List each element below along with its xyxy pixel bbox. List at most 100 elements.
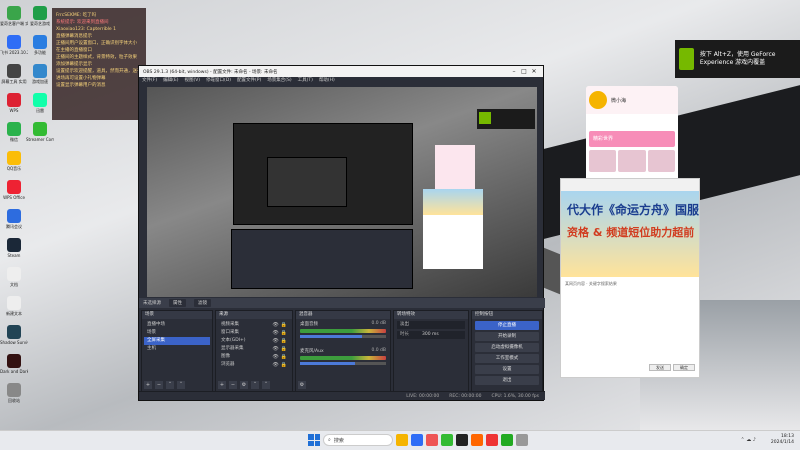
control-button[interactable]: 开始录制 [475, 332, 539, 341]
desktop-icon[interactable]: 爱奇艺游戏 [26, 6, 54, 26]
menu-item[interactable]: 文件(F) [142, 77, 157, 85]
minimize-icon[interactable]: – [509, 68, 519, 75]
scene-item[interactable]: 直播中场 [144, 321, 210, 329]
desktop-icon[interactable]: QQ音乐 [0, 151, 28, 171]
desktop-icon[interactable]: 新建文本 [0, 296, 28, 316]
lock-icon[interactable]: 🔒 [281, 361, 287, 369]
filters-button[interactable]: 滤镜 [194, 299, 211, 307]
obs-titlebar[interactable]: OBS 29.1.3 (64-bit, windows) - 配置文件: 未命名… [139, 66, 543, 77]
desktop-icon[interactable]: WPS Office [0, 180, 28, 200]
taskbar-app-icon[interactable] [501, 434, 513, 446]
taskbar-app-icon[interactable] [426, 434, 438, 446]
menu-item[interactable]: 停靠窗口(D) [206, 77, 231, 85]
obs-window[interactable]: OBS 29.1.3 (64-bit, windows) - 配置文件: 未命名… [138, 65, 545, 401]
desktop-icon[interactable]: WPS [0, 93, 28, 113]
desktop-icon[interactable]: 游戏加速 [26, 64, 54, 84]
transition-duration-field[interactable]: 时长 300 ms [397, 331, 465, 339]
live-chat-window[interactable]: 微小海 精彩世界 [586, 86, 678, 186]
remove-scene-button[interactable]: − [155, 381, 163, 389]
lock-icon[interactable]: 🔒 [281, 353, 287, 361]
geforce-toast[interactable]: 按下 Alt+Z，使用 GeForce Experience 游戏内覆盖 [675, 40, 800, 78]
taskbar-app-icon[interactable] [456, 434, 468, 446]
desktop-icon[interactable]: 屏幕工具 实用 [0, 64, 28, 84]
lock-icon[interactable]: 🔒 [281, 345, 287, 353]
source-up-button[interactable]: ˄ [251, 381, 259, 389]
source-item[interactable]: 窗口采集 👁 🔒 [218, 329, 290, 337]
start-button[interactable] [308, 434, 320, 446]
eye-icon[interactable]: 👁 [272, 329, 278, 337]
add-scene-button[interactable]: + [144, 381, 152, 389]
volume-slider[interactable] [300, 362, 386, 365]
desktop-icon[interactable]: 迅雷 [26, 93, 54, 113]
eye-icon[interactable]: 👁 [272, 361, 278, 369]
eye-icon[interactable]: 👁 [272, 353, 278, 361]
menu-item[interactable]: 帮助(H) [319, 77, 335, 85]
source-item[interactable]: 视频采集 👁 🔒 [218, 321, 290, 329]
control-button[interactable]: 退出 [475, 376, 539, 385]
mixer-settings-button[interactable]: ⚙ [298, 381, 306, 389]
preview-canvas[interactable] [147, 87, 537, 297]
lock-icon[interactable]: 🔒 [281, 321, 287, 329]
menu-item[interactable]: 编辑(E) [163, 77, 178, 85]
lock-icon[interactable]: 🔒 [281, 329, 287, 337]
desktop-icon[interactable]: Streamer Companion [26, 122, 54, 142]
menu-item[interactable]: 视图(V) [184, 77, 200, 85]
avatar[interactable] [589, 91, 607, 109]
desktop-icon[interactable]: 文档 [0, 267, 28, 287]
thumbnail[interactable] [647, 150, 675, 172]
send-button[interactable]: 发送 [649, 364, 671, 371]
tray-icons[interactable]: ⌃ ☁ ♪ [740, 437, 756, 443]
menu-item[interactable]: 配置文件(P) [237, 77, 261, 85]
clock[interactable]: 18:13 2024/1/14 [771, 434, 794, 446]
game-banner[interactable]: 代大作《命运方舟》国服先锋启 资格 & 频道短位助力超前 [561, 191, 699, 277]
eye-icon[interactable]: 👁 [272, 321, 278, 329]
source-settings-button[interactable]: ⚙ [240, 381, 248, 389]
desktop-icon[interactable]: Shadow Survival [0, 325, 28, 345]
source-item[interactable]: 文本(GDI+) 👁 🔒 [218, 337, 290, 345]
source-item[interactable]: 浏览器 👁 🔒 [218, 361, 290, 369]
scene-item[interactable]: 场景 [144, 329, 210, 337]
desktop-icon[interactable]: 爱奇艺客户端 实用 [0, 6, 28, 26]
desktop-icon[interactable]: 回收站 [0, 383, 28, 403]
control-button[interactable]: 工作室模式 [475, 354, 539, 363]
browser-window[interactable]: 代大作《命运方舟》国服先锋启 资格 & 频道短位助力超前 某网页内容 · 关键字… [560, 178, 700, 378]
taskbar-app-icon[interactable] [471, 434, 483, 446]
browser-toolbar[interactable] [561, 179, 699, 191]
ok-button[interactable]: 确定 [673, 364, 695, 371]
maximize-icon[interactable]: □ [519, 68, 529, 75]
scene-up-button[interactable]: ˄ [166, 381, 174, 389]
close-icon[interactable]: ✕ [529, 68, 539, 75]
promo-banner[interactable]: 精彩世界 [589, 131, 675, 147]
scene-item[interactable]: 主机 [144, 345, 210, 353]
add-source-button[interactable]: + [218, 381, 226, 389]
volume-slider[interactable] [300, 335, 386, 338]
source-down-button[interactable]: ˅ [262, 381, 270, 389]
desktop-icon[interactable]: Dark and Darker [0, 354, 28, 374]
transition-type-select[interactable]: 淡出 [397, 321, 465, 329]
desktop-icon[interactable]: 多功能 [26, 35, 54, 55]
control-button[interactable]: 启动虚拟摄像机 [475, 343, 539, 352]
control-button[interactable]: 停止直播 [475, 321, 539, 330]
taskbar-app-icon[interactable] [411, 434, 423, 446]
source-item[interactable]: 显示器采集 👁 🔒 [218, 345, 290, 353]
source-item[interactable]: 图像 👁 🔒 [218, 353, 290, 361]
taskbar-app-icon[interactable] [441, 434, 453, 446]
scene-down-button[interactable]: ˅ [177, 381, 185, 389]
desktop-icon[interactable]: Steam [0, 238, 28, 258]
remove-source-button[interactable]: − [229, 381, 237, 389]
eye-icon[interactable]: 👁 [272, 337, 278, 345]
menu-item[interactable]: 工具(T) [298, 77, 313, 85]
thumbnail[interactable] [618, 150, 646, 172]
taskbar-search[interactable]: ⌕ 搜索 [323, 434, 393, 446]
taskbar-app-icon[interactable] [516, 434, 528, 446]
menu-item[interactable]: 场景集合(S) [267, 77, 291, 85]
desktop-icon[interactable]: 飞书 2023.10.26 [0, 35, 28, 55]
desktop-icon[interactable]: 微信 [0, 122, 28, 142]
thumbnail[interactable] [589, 150, 617, 172]
lock-icon[interactable]: 🔒 [281, 337, 287, 345]
scene-item[interactable]: 全屏采集 [144, 337, 210, 345]
taskbar-app-icon[interactable] [396, 434, 408, 446]
control-button[interactable]: 设置 [475, 365, 539, 374]
desktop-icon[interactable]: 腾讯会议 [0, 209, 28, 229]
properties-button[interactable]: 属性 [169, 299, 186, 307]
